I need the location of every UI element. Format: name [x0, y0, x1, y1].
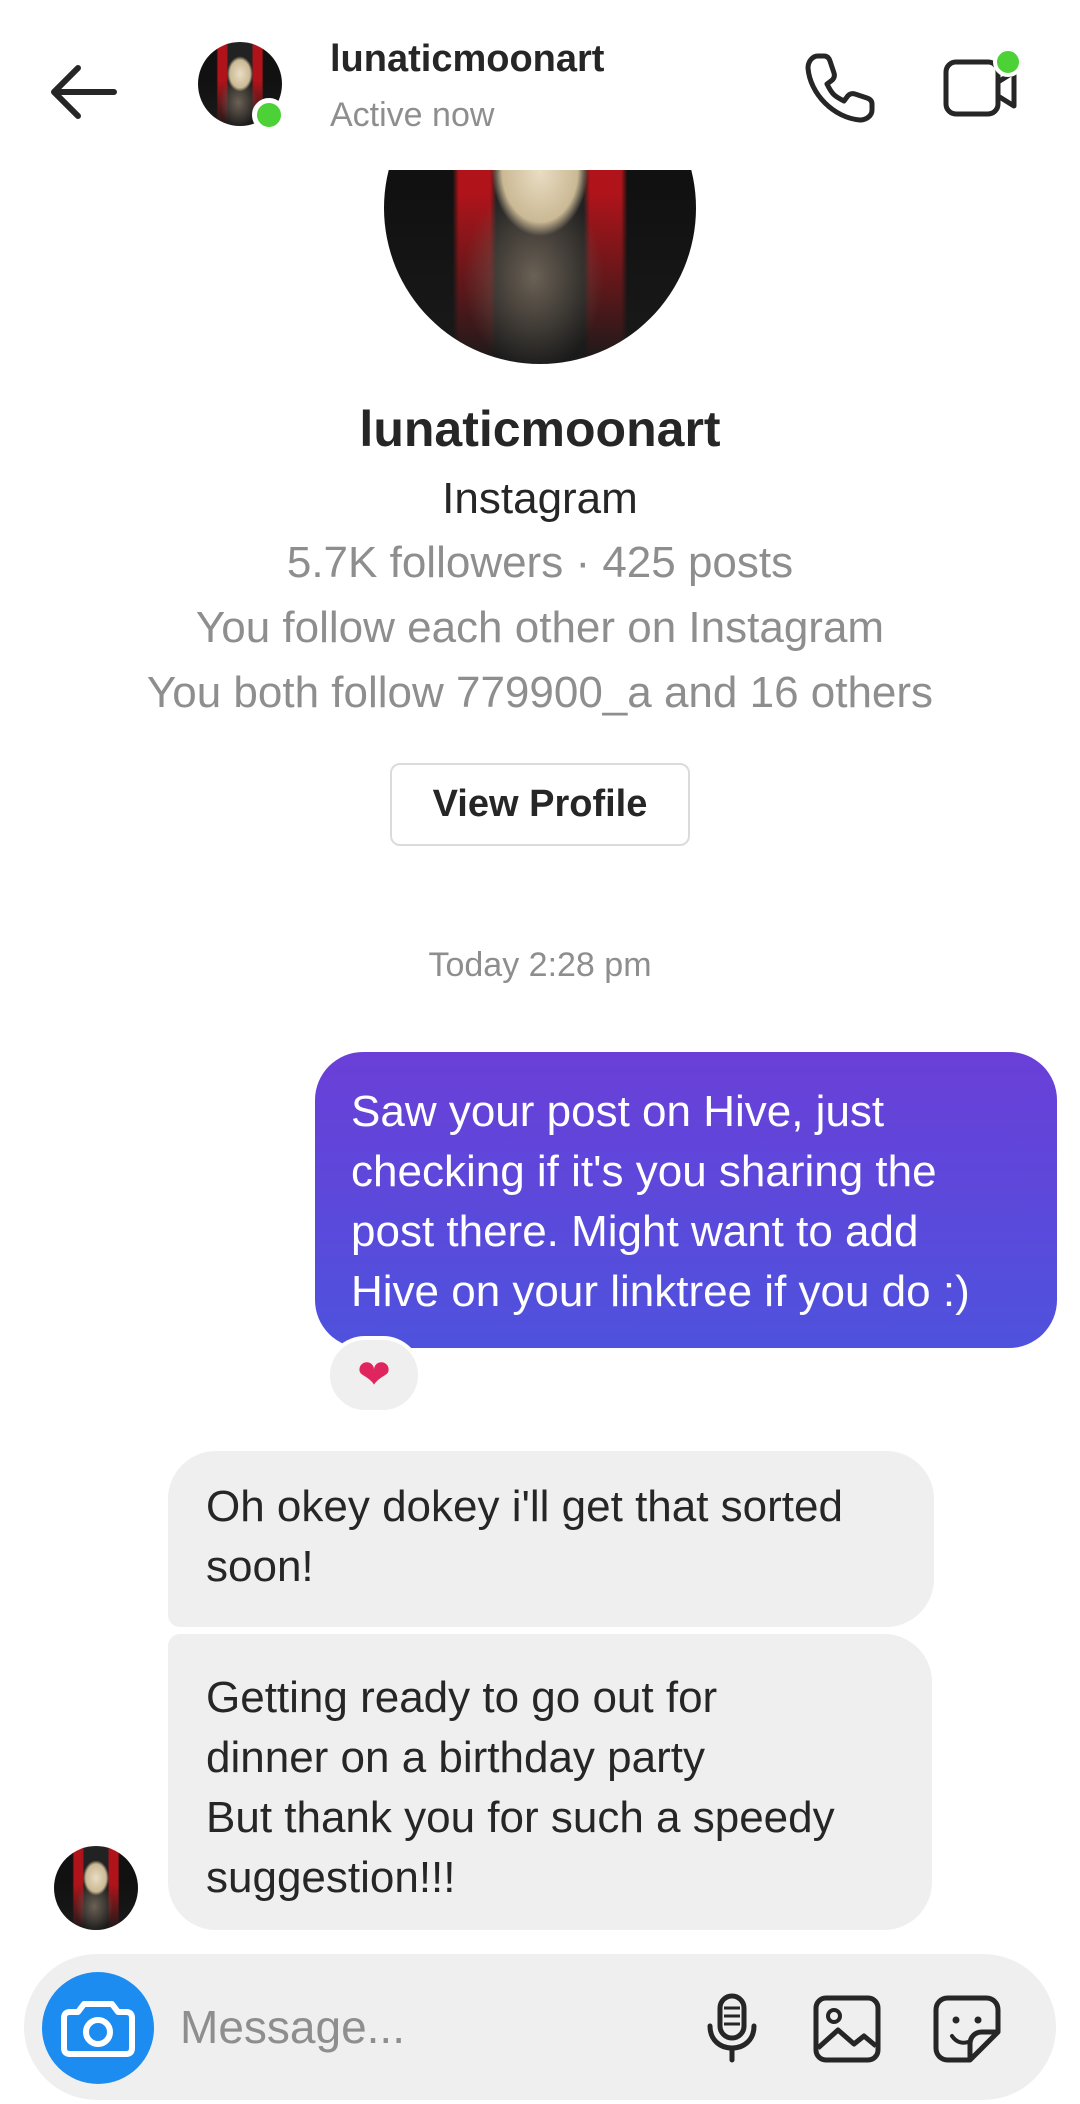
profile-mutual-follow: You follow each other on Instagram [195, 603, 885, 652]
message-line: But thank you for such a speedy [206, 1793, 835, 1842]
sticker-icon[interactable] [930, 1992, 1004, 2066]
message-line: post there. Might want to add [351, 1207, 919, 1256]
thread-timestamp: Today 2:28 pm [428, 946, 652, 984]
dm-thread-screen: lunaticmoonart Instagram 5.7K followers … [0, 0, 1080, 2104]
camera-icon[interactable] [42, 1972, 154, 2084]
profile-stats: 5.7K followers · 425 posts [286, 538, 794, 587]
profile-username: lunaticmoonart [359, 401, 721, 457]
microphone-icon[interactable] [694, 1990, 770, 2066]
incoming-message-bubble[interactable]: Oh okey dokey i'll get that sorted soon! [168, 1451, 934, 1627]
back-arrow-icon[interactable] [44, 56, 124, 128]
message-input[interactable] [180, 1994, 660, 2060]
message-line: suggestion!!! [206, 1853, 456, 1902]
header-username[interactable]: lunaticmoonart [330, 38, 604, 81]
profile-source: Instagram [442, 474, 638, 523]
message-line: dinner on a birthday party [206, 1733, 705, 1782]
header-active-status: Active now [330, 96, 495, 134]
message-composer [24, 1954, 1056, 2100]
phone-icon[interactable] [800, 48, 880, 128]
message-line: Oh okey dokey i'll get that sorted [206, 1482, 843, 1531]
gallery-icon[interactable] [810, 1992, 884, 2066]
message-line: checking if it's you sharing the [351, 1147, 937, 1196]
message-line: Saw your post on Hive, just [351, 1087, 885, 1136]
incoming-message-bubble[interactable]: Getting ready to go out for dinner on a … [168, 1634, 932, 1930]
message-line: soon! [206, 1542, 314, 1591]
message-line: Hive on your linktree if you do :) [351, 1267, 970, 1316]
message-line: Getting ready to go out for [206, 1673, 718, 1722]
online-status-dot [252, 98, 286, 132]
thread-header: lunaticmoonart Active now [0, 0, 1080, 170]
outgoing-message-bubble[interactable]: Saw your post on Hive, just checking if … [315, 1052, 1057, 1348]
profile-shared-followers: You both follow 779900_a and 16 others [146, 668, 934, 717]
view-profile-button[interactable]: View Profile [390, 763, 690, 846]
video-camera-icon[interactable] [940, 46, 1024, 130]
sender-avatar[interactable] [54, 1846, 138, 1930]
heart-reaction-icon[interactable]: ❤ [326, 1336, 422, 1414]
